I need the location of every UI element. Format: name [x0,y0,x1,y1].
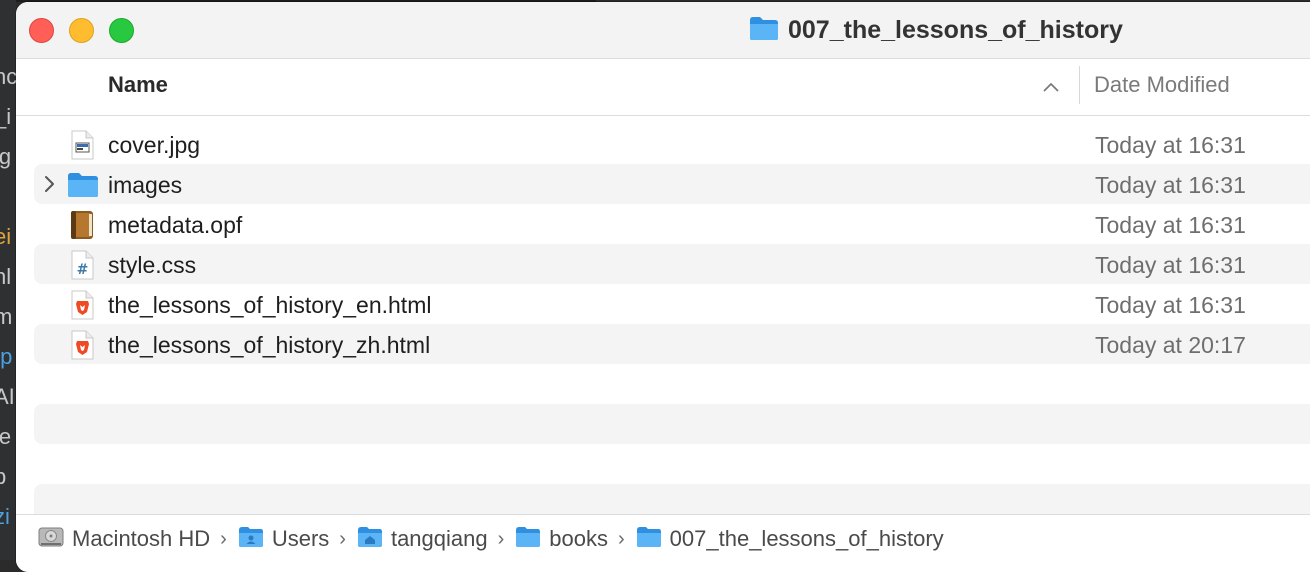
folder-icon [515,526,541,553]
file-row-style-css[interactable]: # style.css Today at 16:31 [34,244,1310,284]
folder-icon [749,15,779,46]
path-item-label: 007_the_lessons_of_history [669,526,944,551]
empty-row [34,444,1310,484]
brave-html-file-icon [67,290,97,320]
empty-row [34,364,1310,404]
file-list: cover.jpg Today at 16:31 images Today at… [16,124,1310,524]
users-folder-icon [238,526,264,553]
jpg-file-icon [67,130,97,160]
file-date: Today at 16:31 [1095,252,1246,278]
svg-text:#: # [77,262,89,278]
sort-ascending-icon[interactable] [1043,79,1059,97]
path-item-books[interactable]: books [515,526,608,553]
css-file-icon: # [67,250,97,280]
path-separator-icon: › [497,527,505,550]
file-name: the_lessons_of_history_en.html [108,292,432,318]
file-name: style.css [108,252,197,278]
path-item-label: books [549,526,608,551]
finder-window: 007_the_lessons_of_history Name Date Mod… [16,2,1310,572]
column-divider[interactable] [1079,66,1080,104]
close-button[interactable] [29,18,54,43]
path-item-macintosh-hd[interactable]: Macintosh HD [38,525,210,554]
path-separator-icon: › [618,527,625,550]
file-date: Today at 20:17 [1095,332,1246,358]
file-date: Today at 16:31 [1095,212,1246,238]
file-date: Today at 16:31 [1095,172,1246,198]
zoom-button[interactable] [109,18,134,43]
folder-icon [636,526,662,553]
file-row-images[interactable]: images Today at 16:31 [34,164,1310,204]
home-folder-icon [357,526,383,553]
window-title: 007_the_lessons_of_history [749,14,1123,46]
background-app-strip: nc _i ig ei nl m .p AI le p zi [0,0,16,560]
list-header: Name Date Modified [16,58,1310,116]
column-header-name[interactable]: Name [108,72,168,98]
disclosure-triangle-icon[interactable] [43,175,55,198]
file-date: Today at 16:31 [1095,132,1246,158]
file-name: images [108,172,183,198]
path-separator-icon: › [339,527,346,550]
title-bar: 007_the_lessons_of_history [16,2,1310,58]
brave-html-file-icon [67,330,97,360]
path-item-label: Users [271,526,330,551]
ebook-file-icon [67,210,97,240]
folder-icon [67,170,98,200]
column-header-date-modified[interactable]: Date Modified [1094,72,1230,98]
empty-row [34,404,1310,444]
window-title-text: 007_the_lessons_of_history [788,15,1123,44]
file-row-cover-jpg[interactable]: cover.jpg Today at 16:31 [34,124,1310,164]
file-name: cover.jpg [108,132,201,158]
file-row-metadata-opf[interactable]: metadata.opf Today at 16:31 [34,204,1310,244]
file-row-lessons-en-html[interactable]: the_lessons_of_history_en.html Today at … [34,284,1310,324]
file-row-lessons-zh-html[interactable]: the_lessons_of_history_zh.html Today at … [34,324,1310,364]
path-item-label: tangqiang [390,526,488,551]
file-date: Today at 16:31 [1095,292,1246,318]
path-item-users[interactable]: Users [238,526,329,553]
minimize-button[interactable] [69,18,94,43]
path-item-tangqiang[interactable]: tangqiang [357,526,488,553]
path-separator-icon: › [220,527,227,550]
path-item-current-folder[interactable]: 007_the_lessons_of_history [636,526,944,553]
hard-drive-icon [38,525,64,554]
file-name: metadata.opf [108,212,243,238]
path-bar: Macintosh HD › Users › tangqiang › books… [16,514,1310,563]
path-item-label: Macintosh HD [72,526,211,551]
file-name: the_lessons_of_history_zh.html [108,332,431,358]
